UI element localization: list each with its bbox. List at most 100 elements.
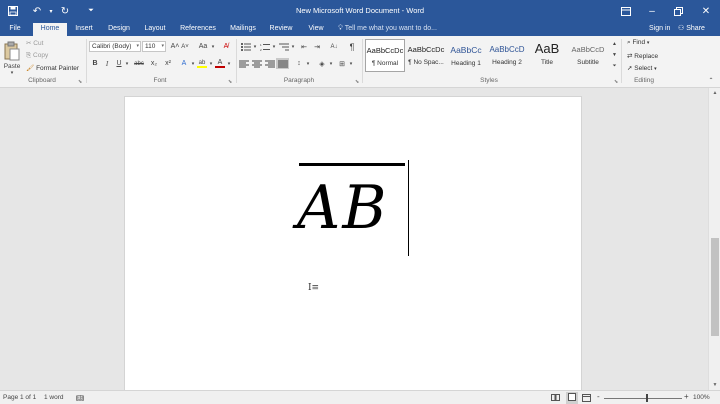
- tab-layout[interactable]: Layout: [140, 23, 170, 36]
- tab-references[interactable]: References: [176, 23, 220, 36]
- page-count[interactable]: Page 1 of 1: [3, 394, 36, 401]
- read-mode-icon[interactable]: [551, 394, 560, 403]
- replace-button[interactable]: ⇄ Replace: [627, 52, 658, 60]
- chevron-down-icon[interactable]: ▾: [124, 58, 130, 69]
- web-layout-icon[interactable]: [582, 394, 591, 404]
- restore-icon[interactable]: [666, 2, 690, 20]
- tab-view[interactable]: View: [303, 23, 329, 36]
- tab-file[interactable]: File: [4, 23, 26, 36]
- document-page[interactable]: AB I≡: [124, 96, 582, 390]
- align-center-icon[interactable]: [251, 58, 263, 69]
- scroll-up-icon[interactable]: ▲: [709, 90, 720, 96]
- chevron-down-icon[interactable]: ▾: [136, 42, 139, 51]
- underline-button[interactable]: U: [114, 58, 124, 69]
- vertical-scrollbar[interactable]: ▲ ▼: [708, 88, 720, 390]
- zoom-out-button[interactable]: -: [597, 392, 600, 401]
- tab-design[interactable]: Design: [104, 23, 134, 36]
- style-heading-1[interactable]: AaBbCc Heading 1: [446, 39, 486, 72]
- chevron-down-icon[interactable]: ▾: [271, 41, 277, 52]
- font-name-combo[interactable]: Calibri (Body) ▾: [89, 41, 141, 52]
- superscript-button[interactable]: x²: [162, 58, 174, 69]
- zoom-slider[interactable]: [604, 398, 682, 399]
- share-button[interactable]: ⚇ Share: [678, 23, 705, 35]
- clear-formatting-icon[interactable]: A̸: [220, 41, 232, 52]
- style-title[interactable]: AaB Title: [527, 39, 567, 72]
- styles-scroll-down-icon[interactable]: ▼: [610, 50, 619, 60]
- chevron-down-icon[interactable]: ▾: [252, 41, 258, 52]
- italic-button[interactable]: I: [102, 58, 112, 69]
- chevron-down-icon[interactable]: ▾: [290, 41, 296, 52]
- pilcrow-icon[interactable]: ¶: [346, 41, 358, 52]
- line-spacing-icon[interactable]: ↕: [293, 58, 305, 69]
- tell-me-box[interactable]: 💡︎ Tell me what you want to do...: [338, 23, 437, 35]
- font-size-combo[interactable]: 110 ▾: [142, 41, 166, 52]
- font-color-button[interactable]: A: [214, 58, 226, 69]
- tab-mailings[interactable]: Mailings: [226, 23, 260, 36]
- select-button[interactable]: ➚ Select ▾: [627, 64, 657, 72]
- sort-icon[interactable]: A↓: [328, 41, 340, 52]
- share-label: Share: [686, 25, 705, 32]
- change-case-button[interactable]: Aa: [196, 41, 210, 52]
- strikethrough-button[interactable]: abc: [132, 58, 146, 69]
- numbering-icon[interactable]: 12: [259, 41, 271, 52]
- style-heading-2[interactable]: AaBbCcD Heading 2: [487, 39, 527, 72]
- ribbon-tab-row: File Home Insert Design Layout Reference…: [0, 22, 720, 36]
- proofing-icon[interactable]: 📖︎: [76, 394, 84, 402]
- styles-more-icon[interactable]: ⏷: [610, 61, 619, 71]
- paste-icon[interactable]: [3, 39, 21, 63]
- find-button[interactable]: ⌕ Find ▾: [627, 39, 649, 47]
- align-left-icon[interactable]: [238, 58, 250, 69]
- shading-icon[interactable]: ◈: [316, 58, 328, 69]
- style-subtitle[interactable]: AaBbCcD Subtitle: [568, 39, 608, 72]
- zoom-in-button[interactable]: +: [684, 392, 689, 401]
- scrollbar-thumb[interactable]: [711, 238, 719, 336]
- align-right-icon[interactable]: [264, 58, 276, 69]
- sign-in-link[interactable]: Sign in: [649, 23, 670, 35]
- subscript-button[interactable]: x₂: [148, 58, 160, 69]
- cut-button[interactable]: ✂ Cut: [26, 39, 43, 47]
- format-painter-button[interactable]: 🖌︎ Format Painter: [26, 64, 79, 72]
- chevron-down-icon[interactable]: ▾: [328, 58, 334, 69]
- word-count[interactable]: 1 word: [44, 394, 64, 401]
- tab-home[interactable]: Home: [33, 23, 67, 36]
- style-no-spacing[interactable]: AaBbCcDc ¶ No Spac...: [406, 39, 446, 72]
- scroll-down-icon[interactable]: ▼: [709, 382, 720, 388]
- shrink-font-button[interactable]: A˅: [180, 41, 190, 52]
- decrease-indent-icon[interactable]: ⇤: [298, 41, 310, 52]
- chevron-down-icon[interactable]: ▾: [161, 42, 164, 51]
- increase-indent-icon[interactable]: ⇥: [311, 41, 323, 52]
- collapse-ribbon-icon[interactable]: ⌃: [706, 76, 716, 85]
- zoom-slider-thumb[interactable]: [646, 394, 648, 402]
- ribbon-display-options-icon[interactable]: [614, 2, 638, 20]
- styles-scroll-up-icon[interactable]: ▲: [610, 39, 619, 49]
- minimize-icon[interactable]: –: [640, 2, 664, 20]
- chevron-down-icon[interactable]: ▾: [210, 41, 216, 52]
- tab-insert[interactable]: Insert: [70, 23, 98, 36]
- multilevel-list-icon[interactable]: [278, 41, 290, 52]
- paragraph-launcher-icon[interactable]: ⬊: [355, 79, 359, 85]
- tell-me-text: Tell me what you want to do...: [344, 25, 437, 32]
- font-launcher-icon[interactable]: ⬊: [228, 79, 232, 85]
- close-icon[interactable]: ✕: [694, 2, 718, 20]
- print-layout-icon[interactable]: [566, 392, 578, 404]
- chevron-down-icon[interactable]: ▾: [226, 58, 232, 69]
- chevron-down-icon[interactable]: ▾: [348, 58, 354, 69]
- bold-button[interactable]: B: [90, 58, 100, 69]
- ribbon: Paste ▾ ✂ Cut ⎘ Copy 🖌︎ Format Painter C…: [0, 36, 720, 88]
- tab-review[interactable]: Review: [266, 23, 296, 36]
- equation-text[interactable]: AB: [297, 163, 388, 253]
- clipboard-launcher-icon[interactable]: ⬊: [78, 79, 82, 85]
- highlight-button[interactable]: ab: [196, 58, 208, 69]
- text-effects-icon[interactable]: A: [178, 58, 190, 69]
- styles-launcher-icon[interactable]: ⬊: [614, 79, 618, 85]
- borders-icon[interactable]: ⊞: [336, 58, 348, 69]
- style-normal[interactable]: AaBbCcDc ¶ Normal: [365, 39, 405, 72]
- copy-button[interactable]: ⎘ Copy: [26, 52, 48, 60]
- find-label: Find: [632, 39, 646, 46]
- justify-icon[interactable]: [276, 58, 289, 69]
- grow-font-button[interactable]: A˄: [170, 41, 180, 52]
- bullets-icon[interactable]: [240, 41, 252, 52]
- zoom-level[interactable]: 100%: [693, 394, 710, 401]
- paste-dropdown-icon[interactable]: ▾: [7, 70, 17, 76]
- chevron-down-icon[interactable]: ▾: [305, 58, 311, 69]
